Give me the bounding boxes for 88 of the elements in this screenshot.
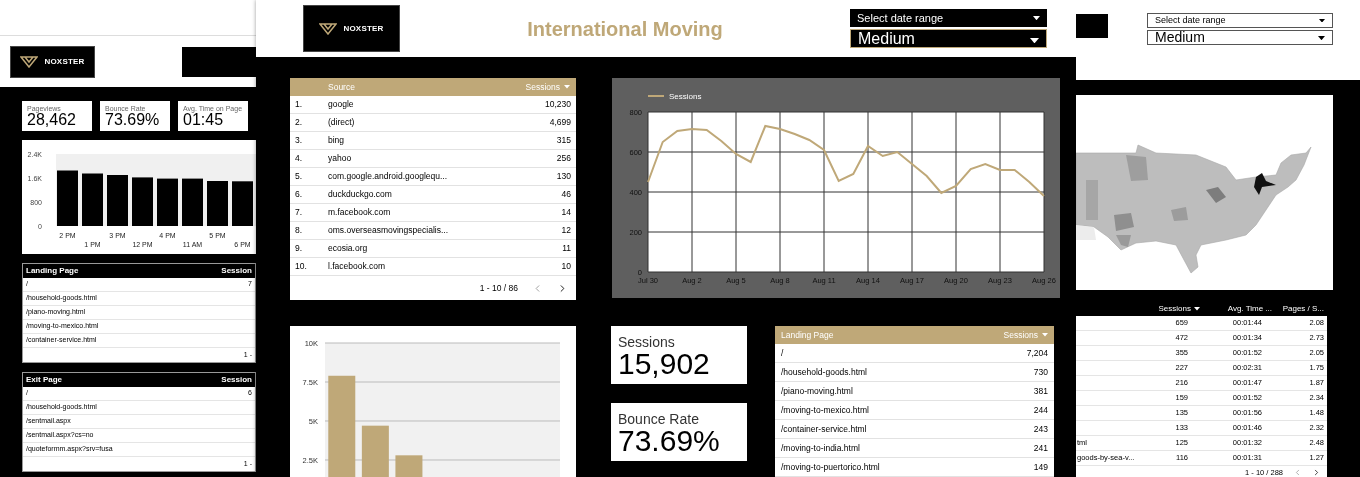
table-cell-text: oms.overseasmovingspecialis...	[328, 224, 449, 237]
dashboard-title: International Moving	[527, 16, 723, 42]
table-cell-text: 10.	[295, 260, 308, 273]
table-cell: 241	[1033, 441, 1048, 455]
metric-label: Sessions	[618, 335, 676, 349]
table-cell: 243	[1033, 422, 1048, 436]
table-cell-text: ecosia.org	[328, 242, 369, 255]
caret-icon	[1033, 15, 1040, 21]
table-cell-text: duckduckgo.com	[328, 188, 393, 201]
bar	[232, 181, 253, 226]
column-header: Session	[221, 374, 252, 386]
table-cell-text: 5.	[295, 170, 304, 183]
bar	[157, 178, 178, 226]
legend-label: Sessions	[669, 92, 702, 101]
bar	[107, 175, 128, 226]
metric-value: 15,902	[618, 349, 711, 379]
table-cell: /moving-to-india.html	[781, 441, 860, 455]
table-cell-text: l.facebook.com	[328, 260, 387, 273]
table-cell: 256	[556, 152, 571, 165]
table-cell: /piano-moving.html	[781, 384, 853, 398]
table-cell-text: yahoo	[328, 152, 353, 165]
column-header: Landing Page	[26, 265, 79, 277]
metric-label: Bounce Rate	[618, 412, 700, 426]
bar	[182, 178, 203, 226]
column-header[interactable]: Sessions	[1136, 303, 1206, 315]
table-cell: 244	[1033, 403, 1048, 417]
logo: NOXSTER	[10, 45, 95, 78]
table-cell: 46	[561, 188, 571, 201]
table-cell: 149	[1033, 460, 1048, 474]
column-header: Session	[221, 265, 252, 277]
column-header: Avg. Time ...	[1226, 303, 1273, 315]
table-cell-text: 8.	[295, 224, 304, 237]
table-cell: /	[781, 346, 784, 360]
table-cell-text: 7.	[295, 206, 304, 219]
table-cell-text: m.facebook.com	[328, 206, 392, 219]
bar	[207, 181, 228, 226]
metric-value: 28,462	[27, 112, 77, 128]
table-cell-text: 6.	[295, 188, 304, 201]
table-cell: /container-service.html	[781, 422, 867, 436]
next-page-icon[interactable]	[1312, 468, 1321, 477]
column-header: Pages / S...	[1281, 303, 1325, 315]
header-block	[1076, 14, 1108, 38]
table-cell: 381	[1033, 384, 1048, 398]
table-cell: /moving-to-puertorico.html	[781, 460, 880, 474]
table-cell-text: 4.	[295, 152, 304, 165]
table-cell-text: com.google.android.googlequ...	[328, 170, 449, 183]
pagination-label: 1 - 10 / 86	[479, 281, 518, 295]
table-cell: 730	[1033, 365, 1048, 379]
medium-dropdown[interactable]: Medium	[1147, 30, 1333, 45]
table-cell: 4,699	[549, 116, 571, 129]
table-cell-text: google	[328, 98, 355, 111]
table-cell: 7,204	[1026, 346, 1048, 360]
table-cell: 10,230	[545, 98, 571, 111]
table-cell-text: bing	[328, 134, 346, 147]
table-cell: 14	[561, 206, 571, 219]
table-cell: /household-goods.html	[781, 365, 867, 379]
table-cell: /moving-to-mexico.html	[781, 403, 869, 417]
metric-value: 01:45	[183, 112, 225, 128]
chart-legend: Sessions	[647, 92, 702, 101]
column-header: Landing Page	[781, 328, 834, 342]
bar	[57, 170, 78, 226]
bar	[132, 177, 153, 226]
metric-value: 73.69%	[618, 426, 721, 456]
table-cell: 11	[562, 242, 571, 255]
date-range-dropdown[interactable]: Select date range	[850, 9, 1047, 27]
table-cell-text: (direct)	[328, 116, 356, 129]
caret-icon	[1042, 333, 1048, 337]
caret-icon	[1194, 307, 1200, 311]
table-cell: 12	[561, 224, 571, 237]
table-cell-text: 3.	[295, 134, 304, 147]
table-cell-text: 1.	[295, 98, 304, 111]
caret-icon	[1318, 35, 1325, 40]
table-cell: 130	[556, 170, 571, 183]
medium-dropdown[interactable]: Medium	[850, 29, 1047, 48]
logo: NOXSTER	[303, 5, 400, 52]
caret-icon	[564, 85, 570, 89]
table-cell-text: 2.	[295, 116, 304, 129]
caret-icon	[1030, 37, 1039, 43]
caret-icon	[1319, 18, 1325, 23]
bar	[395, 455, 423, 477]
table-cell-text: 9.	[295, 242, 304, 255]
column-header: Source	[328, 80, 355, 94]
table-cell: 10	[561, 260, 571, 273]
date-range-dropdown[interactable]: Select date range	[1147, 13, 1333, 28]
bar	[82, 173, 103, 226]
metric-value: 73.69%	[105, 112, 161, 128]
table-cell: 315	[556, 134, 571, 147]
column-header: Exit Page	[26, 374, 62, 386]
